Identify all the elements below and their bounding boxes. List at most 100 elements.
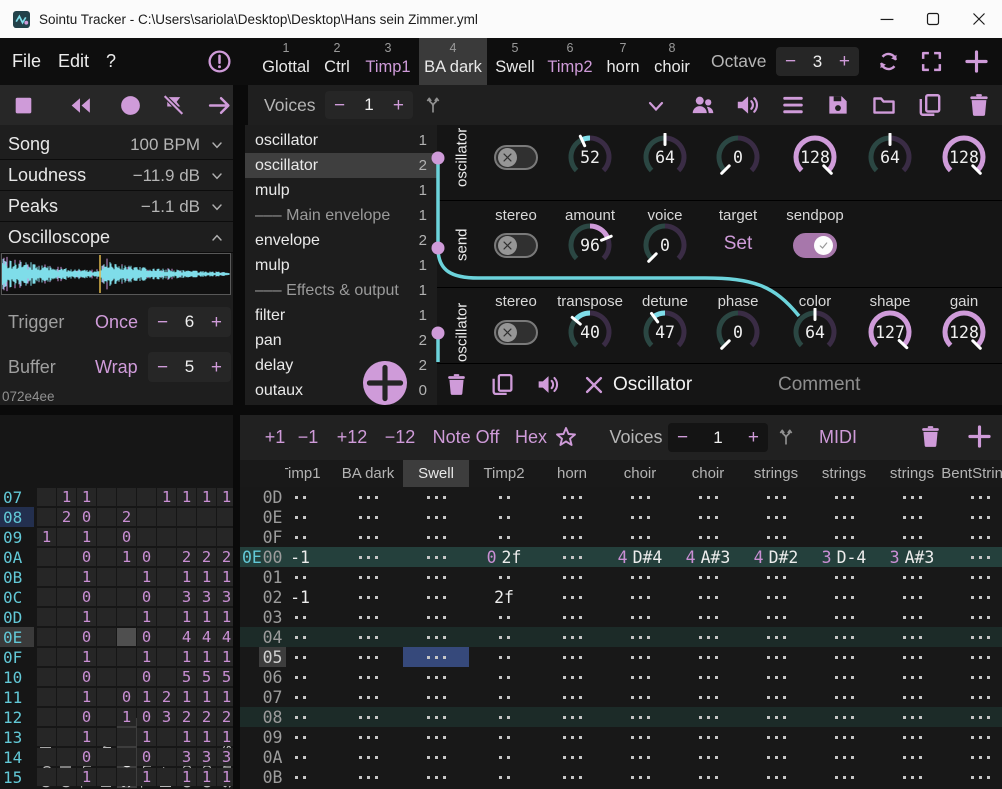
pattern-cell[interactable] (947, 507, 1002, 527)
pattern-cell[interactable] (539, 647, 605, 667)
loop-icon[interactable] (876, 49, 901, 74)
menu-edit[interactable]: Edit (58, 38, 89, 85)
pattern-cell[interactable] (947, 707, 1002, 727)
pattern-cell[interactable] (879, 647, 945, 667)
pattern-cell[interactable] (811, 687, 877, 707)
order-cell[interactable]: 0 (77, 748, 96, 766)
order-cell[interactable]: 2 (197, 708, 216, 726)
order-cell[interactable]: 1 (177, 488, 196, 506)
pattern-cell[interactable] (947, 567, 1002, 587)
pattern-cell[interactable] (471, 707, 537, 727)
pattern-cell[interactable] (539, 607, 605, 627)
pattern-cell[interactable] (539, 587, 605, 607)
pattern-cell[interactable] (539, 567, 605, 587)
pattern-cell[interactable] (947, 587, 1002, 607)
order-cell[interactable]: 1 (177, 768, 196, 786)
track-tab-glottal[interactable]: 1Glottal (259, 38, 313, 85)
order-cell[interactable] (117, 728, 136, 746)
order-cell[interactable] (177, 528, 196, 546)
pattern-cell[interactable] (743, 527, 809, 547)
pattern-track-header-timp1-0[interactable]: Timp1 (285, 460, 321, 487)
menu-icon[interactable] (780, 92, 806, 118)
unit-list-item--effects-output[interactable]: ––– Effects & output1 (245, 278, 437, 303)
order-cell[interactable]: 4 (177, 628, 196, 646)
play-button[interactable] (207, 93, 232, 118)
order-cell[interactable] (37, 608, 56, 626)
load-instrument-icon[interactable] (871, 92, 897, 118)
order-cell[interactable]: 1 (217, 728, 233, 746)
buffer-decrease-button[interactable]: − (157, 358, 168, 377)
order-cell[interactable] (57, 628, 76, 646)
pattern-cell[interactable] (335, 627, 401, 647)
add-track-icon[interactable] (966, 423, 993, 450)
order-cell[interactable]: 1 (197, 648, 216, 666)
pattern-cell[interactable] (879, 607, 945, 627)
pattern-cell[interactable] (607, 507, 673, 527)
pattern-cell[interactable] (879, 507, 945, 527)
pattern-cell[interactable] (811, 767, 877, 787)
window-close-button[interactable] (956, 0, 1002, 38)
pattern-cell[interactable] (743, 607, 809, 627)
order-cell[interactable] (57, 568, 76, 586)
pattern-cell[interactable] (675, 507, 741, 527)
order-cell[interactable]: 5 (217, 668, 233, 686)
record-button[interactable] (118, 93, 143, 118)
unit-list-item-mulp[interactable]: mulp1 (245, 253, 437, 278)
order-cell[interactable]: 1 (77, 728, 96, 746)
order-cell[interactable] (97, 528, 116, 546)
order-cell[interactable] (157, 548, 176, 566)
pattern-cell[interactable] (675, 747, 741, 767)
order-cell[interactable] (197, 508, 216, 526)
pattern-cell[interactable] (471, 747, 537, 767)
order-row-number[interactable]: 0C (0, 587, 34, 607)
order-cell[interactable]: 0 (137, 628, 156, 646)
pattern-cell[interactable] (879, 487, 945, 507)
buffer-increase-button[interactable]: + (211, 358, 222, 377)
pattern-cell[interactable] (743, 727, 809, 747)
order-cell[interactable] (57, 748, 76, 766)
order-cell[interactable] (37, 548, 56, 566)
pattern-cell[interactable] (403, 727, 469, 747)
pattern-cell[interactable] (539, 727, 605, 747)
instruments-icon[interactable] (690, 92, 716, 118)
order-cell[interactable] (157, 568, 176, 586)
order-cell[interactable]: 4 (197, 628, 216, 646)
pattern-cell[interactable] (403, 567, 469, 587)
shape-knob[interactable]: 127 (866, 308, 914, 356)
pattern-track-header-timp2-3[interactable]: Timp2 (483, 460, 524, 487)
pattern-cell[interactable] (471, 667, 537, 687)
color-knob[interactable]: 64 (791, 308, 839, 356)
pattern-cell[interactable] (675, 767, 741, 787)
unit-list-item-filter[interactable]: filter1 (245, 303, 437, 328)
order-cell[interactable]: 1 (137, 648, 156, 666)
save-instrument-icon[interactable] (825, 92, 851, 118)
order-cell[interactable]: 2 (217, 708, 233, 726)
order-cell[interactable]: 3 (217, 588, 233, 606)
unit-list-item-oscillator[interactable]: oscillator1 (245, 128, 437, 153)
disable-unit-icon[interactable] (583, 374, 605, 396)
order-cell[interactable]: 0 (77, 668, 96, 686)
order-cell[interactable]: 1 (217, 648, 233, 666)
order-cell[interactable] (117, 628, 136, 646)
panel-row-loudness[interactable]: Loudness−11.9 dB (0, 161, 233, 191)
order-cell[interactable] (37, 728, 56, 746)
pattern-cell[interactable] (335, 747, 401, 767)
pattern-cell[interactable] (879, 687, 945, 707)
order-cell[interactable] (137, 528, 156, 546)
order-cell[interactable]: 2 (177, 708, 196, 726)
order-cell[interactable]: 3 (197, 588, 216, 606)
pattern-cell[interactable] (947, 727, 1002, 747)
stereo-toggle[interactable] (494, 233, 538, 258)
pattern-cell[interactable] (743, 707, 809, 727)
order-cell[interactable] (117, 568, 136, 586)
pattern-cell[interactable] (947, 627, 1002, 647)
order-cell[interactable] (157, 528, 176, 546)
order-cell[interactable]: 1 (177, 568, 196, 586)
order-row-number[interactable]: 10 (0, 667, 34, 687)
track-tab-ba-dark[interactable]: 4BA dark (419, 38, 487, 85)
order-cell[interactable] (57, 548, 76, 566)
order-cell[interactable] (97, 748, 116, 766)
pattern-cell[interactable] (675, 567, 741, 587)
pattern-track-header-horn-4[interactable]: horn (557, 460, 587, 487)
pattern-cell[interactable] (879, 747, 945, 767)
